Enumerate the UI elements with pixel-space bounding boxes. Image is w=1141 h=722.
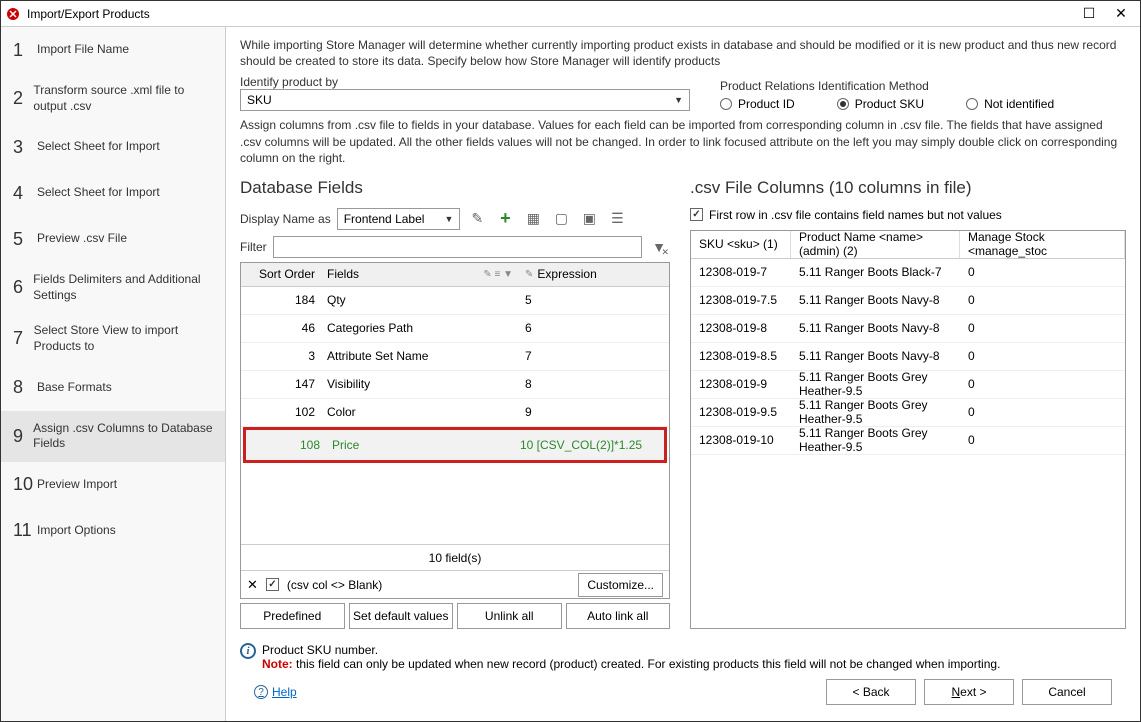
close-button[interactable]: ✕ xyxy=(1106,4,1136,24)
db-fields-title: Database Fields xyxy=(240,178,670,198)
csv-columns-title: .csv File Columns (10 columns in file) xyxy=(690,178,1126,198)
col-icons: ✎ ≡ ▼ xyxy=(483,269,513,280)
next-button[interactable]: Next > xyxy=(924,679,1014,705)
filter-input[interactable] xyxy=(273,236,642,258)
info-icon: i xyxy=(240,643,256,659)
col-expression[interactable]: ✎Expression xyxy=(519,267,669,281)
info-line-1: Product SKU number. xyxy=(262,643,1000,657)
identify-label: Identify product by xyxy=(240,75,690,89)
grid-footer: 10 field(s) xyxy=(241,544,669,570)
step-9[interactable]: 9Assign .csv Columns to Database Fields xyxy=(1,411,225,462)
cancel-button[interactable]: Cancel xyxy=(1022,679,1112,705)
toolbar-icon-3[interactable]: ▣ xyxy=(578,208,600,230)
set-default-button[interactable]: Set default values xyxy=(349,603,454,629)
step-11[interactable]: 11Import Options xyxy=(1,508,225,554)
chevron-down-icon: ▼ xyxy=(444,214,453,224)
identify-product-dropdown[interactable]: SKU ▼ xyxy=(240,89,690,111)
csv-row[interactable]: 12308-019-9.55.11 Ranger Boots Grey Heat… xyxy=(691,399,1125,427)
col-fields[interactable]: Fields✎ ≡ ▼ xyxy=(321,267,519,281)
app-icon xyxy=(5,6,21,22)
step-4[interactable]: 4Select Sheet for Import xyxy=(1,170,225,216)
csv-grid: SKU <sku> (1) Product Name <name> (admin… xyxy=(690,230,1126,629)
customize-button[interactable]: Customize... xyxy=(578,573,663,597)
chevron-down-icon: ▼ xyxy=(674,95,683,105)
info-line-2: Note: this field can only be updated whe… xyxy=(262,657,1000,671)
display-name-label: Display Name as xyxy=(240,212,331,226)
help-icon: ? xyxy=(254,685,268,699)
pencil-icon: ✎ xyxy=(525,269,533,280)
titlebar: Import/Export Products ☐ ✕ xyxy=(1,1,1140,27)
csv-col-stock[interactable]: Manage Stock <manage_stoc xyxy=(960,231,1125,258)
step-8[interactable]: 8Base Formats xyxy=(1,365,225,411)
step-6[interactable]: 6Fields Delimiters and Additional Settin… xyxy=(1,262,225,313)
back-button[interactable]: < Back xyxy=(826,679,916,705)
csv-row[interactable]: 12308-019-7.55.11 Ranger Boots Navy-80 xyxy=(691,287,1125,315)
radio-not-identified[interactable]: Not identified xyxy=(966,97,1054,111)
table-row[interactable]: 102Color9 xyxy=(241,399,669,427)
grid-filter-bar: ✕ (csv col <> Blank) Customize... xyxy=(241,570,669,598)
wizard-steps-sidebar: 1Import File Name 2Transform source .xml… xyxy=(1,27,226,721)
toolbar-icon-2[interactable]: ▢ xyxy=(550,208,572,230)
filter-label: Filter xyxy=(240,240,267,254)
csv-row[interactable]: 12308-019-75.11 Ranger Boots Black-70 xyxy=(691,259,1125,287)
table-row[interactable]: 46Categories Path6 xyxy=(241,315,669,343)
clear-icon[interactable]: ✕ xyxy=(247,577,258,593)
table-row[interactable]: 184Qty5 xyxy=(241,287,669,315)
step-10[interactable]: 10Preview Import xyxy=(1,462,225,508)
first-row-checkbox[interactable] xyxy=(690,208,703,221)
intro-text-1: While importing Store Manager will deter… xyxy=(240,37,1126,69)
clear-filter-icon[interactable]: ▼✕ xyxy=(648,236,670,258)
relation-method-label: Product Relations Identification Method xyxy=(720,79,1126,93)
csv-columns-panel: .csv File Columns (10 columns in file) F… xyxy=(690,178,1126,629)
csv-col-checkbox[interactable] xyxy=(266,578,279,591)
maximize-button[interactable]: ☐ xyxy=(1074,4,1104,24)
db-fields-grid: Sort Order Fields✎ ≡ ▼ ✎Expression 184Qt… xyxy=(240,262,670,599)
col-sort-order[interactable]: Sort Order xyxy=(241,267,321,281)
step-3[interactable]: 3Select Sheet for Import xyxy=(1,124,225,170)
table-row[interactable]: 3Attribute Set Name7 xyxy=(241,343,669,371)
database-fields-panel: Database Fields Display Name as Frontend… xyxy=(240,178,670,629)
csv-row[interactable]: 12308-019-95.11 Ranger Boots Grey Heathe… xyxy=(691,371,1125,399)
step-1[interactable]: 1Import File Name xyxy=(1,27,225,73)
step-5[interactable]: 5Preview .csv File xyxy=(1,216,225,262)
toolbar-icon-4[interactable]: ☰ xyxy=(606,208,628,230)
unlink-all-button[interactable]: Unlink all xyxy=(457,603,562,629)
content-area: While importing Store Manager will deter… xyxy=(226,27,1140,721)
add-icon[interactable]: + xyxy=(494,208,516,230)
first-row-label: First row in .csv file contains field na… xyxy=(709,208,1002,222)
info-note: i Product SKU number. Note: this field c… xyxy=(240,643,1126,671)
step-7[interactable]: 7Select Store View to import Products to xyxy=(1,313,225,364)
predefined-button[interactable]: Predefined xyxy=(240,603,345,629)
toolbar-icon-1[interactable]: ▦ xyxy=(522,208,544,230)
csv-row[interactable]: 12308-019-8.55.11 Ranger Boots Navy-80 xyxy=(691,343,1125,371)
csv-row[interactable]: 12308-019-85.11 Ranger Boots Navy-80 xyxy=(691,315,1125,343)
step-2[interactable]: 2Transform source .xml file to output .c… xyxy=(1,73,225,124)
table-row-highlighted[interactable]: 108Price10 [CSV_COL(2)]*1.25 xyxy=(243,427,667,463)
display-name-dropdown[interactable]: Frontend Label ▼ xyxy=(337,208,461,230)
csv-col-name[interactable]: Product Name <name> (admin) (2) xyxy=(791,231,960,258)
radio-product-id[interactable]: Product ID xyxy=(720,97,795,111)
wizard-footer: ? Help < Back Next > Cancel xyxy=(240,671,1126,713)
csv-col-sku[interactable]: SKU <sku> (1) xyxy=(691,231,791,258)
autolink-all-button[interactable]: Auto link all xyxy=(566,603,671,629)
radio-product-sku[interactable]: Product SKU xyxy=(837,97,924,111)
table-row[interactable]: 147Visibility8 xyxy=(241,371,669,399)
help-link[interactable]: ? Help xyxy=(254,685,297,699)
csv-row[interactable]: 12308-019-105.11 Ranger Boots Grey Heath… xyxy=(691,427,1125,455)
edit-icon[interactable]: ✎ xyxy=(466,208,488,230)
intro-text-2: Assign columns from .csv file to fields … xyxy=(240,117,1126,166)
window-title: Import/Export Products xyxy=(27,7,1074,21)
csv-col-label: (csv col <> Blank) xyxy=(287,578,382,592)
